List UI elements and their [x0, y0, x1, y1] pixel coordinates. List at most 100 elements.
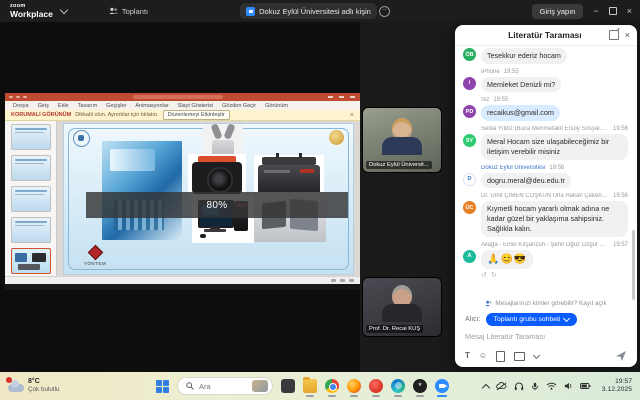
chat-title: Literatür Taraması	[481, 30, 609, 40]
message-bubble-emoji: 🙏😊😎	[481, 250, 533, 270]
message-action-icon[interactable]: ↺	[481, 272, 487, 279]
headset-icon[interactable]	[514, 382, 524, 391]
chat-message: Selda Yıldız (Buca Mehmetakif Ersoy Sosy…	[463, 126, 628, 159]
slide-method-logo: YÖNTEM	[80, 247, 110, 266]
close-button[interactable]: ×	[627, 7, 632, 16]
zoom-level-toast: 80%	[86, 192, 348, 218]
ppt-ribbon-tabs: Dosya Giriş Ekle Tasarım Geçişler Animas…	[5, 101, 360, 110]
message-time: 19:56	[613, 193, 628, 199]
tab-close-icon[interactable]: −	[379, 6, 390, 17]
message-bubble: Meral Hocam size ulaşabileceğimiz bir il…	[481, 134, 628, 159]
dark-app-icon[interactable]	[281, 379, 295, 393]
minimize-button[interactable]: −	[593, 7, 598, 16]
search-placeholder: Ara	[199, 382, 247, 391]
chat-close-icon[interactable]: ×	[625, 31, 630, 40]
chat-message: Özlem BALLI BALTACI Muğla Datça Şehit Er…	[463, 46, 628, 64]
avatar: ÜC	[463, 201, 476, 214]
message-bubble: recaikus@gmail.com	[481, 105, 560, 121]
send-icon[interactable]	[615, 350, 627, 362]
red-app-icon[interactable]	[369, 379, 383, 393]
firefox-icon[interactable]	[347, 379, 361, 393]
ppt-menu-item[interactable]: Giriş	[38, 103, 49, 109]
chat-message: Dr. Ümit ÇİMEN COŞKUN Urla Hakan Çeken A…	[463, 193, 628, 236]
people-icon	[109, 7, 118, 15]
popout-icon[interactable]	[609, 30, 619, 40]
speaker-icon[interactable]	[564, 382, 573, 390]
tray-chevron-up-icon[interactable]	[482, 383, 490, 391]
taskbar-clock[interactable]: 19:57 3.12.2025	[602, 378, 632, 394]
ppt-search-box	[133, 95, 223, 99]
ppt-menu-item[interactable]: Geçişler	[106, 103, 126, 109]
shared-screen-taskbar	[5, 284, 360, 290]
visibility-notice[interactable]: Mesajlarınızı kimler görebilir? Kayıt aç…	[465, 300, 627, 307]
microphone-icon[interactable]	[531, 382, 539, 391]
ppt-window-controls	[328, 96, 355, 98]
sender-name: Siz	[481, 97, 489, 103]
participant-name-label: Prof. Dr. Recai KUŞ	[366, 325, 423, 333]
chatgpt-icon[interactable]: *	[413, 379, 427, 393]
chat-message: Aliağa - Emel Kıtşanzuh - Şehit Oğuz Özg…	[463, 242, 628, 280]
start-button[interactable]	[156, 380, 169, 393]
ppt-menu-item[interactable]: Slayt Gösterisi	[178, 103, 213, 109]
weather-widget[interactable]: 8°C Çok bulutlu	[8, 378, 138, 393]
participant-video	[382, 285, 422, 322]
chat-message: Dokuz Eylül Üniversitesi19:56 D dogru.me…	[463, 165, 628, 189]
ppt-menu-item[interactable]: Görünüm	[265, 103, 288, 109]
video-tile-speaker[interactable]: Prof. Dr. Recai KUŞ	[363, 278, 441, 336]
meeting-tab-title: Dokuz Eylül Üniversitesi adlı kişin	[259, 7, 371, 16]
slide-thumbnail[interactable]	[11, 186, 51, 212]
slide-thumbnail[interactable]	[11, 217, 51, 243]
sender-name: Dokuz Eylül Üniversitesi	[481, 165, 545, 171]
emblem-right	[329, 130, 344, 145]
onedrive-paused-icon[interactable]	[496, 382, 507, 391]
chevron-down-icon[interactable]	[60, 6, 68, 14]
ppt-titlebar	[5, 93, 360, 101]
chat-message-list[interactable]: Hocamız liselerde mi görevli? Dr. Serap …	[463, 46, 628, 279]
edge-icon[interactable]	[391, 379, 405, 393]
video-tile-host[interactable]: Dokuz Eylül Üniversit...	[363, 108, 441, 172]
ppt-notice-close-icon[interactable]: ×	[350, 112, 354, 119]
ppt-menu-item[interactable]: Ekle	[58, 103, 69, 109]
more-options-icon[interactable]	[533, 351, 540, 358]
zoom-titlebar: zoom Workplace Toplantı Dokuz Eylül Üniv…	[0, 0, 640, 22]
emoji-icon[interactable]: ☺	[479, 352, 487, 360]
avatar: D	[463, 173, 476, 186]
chat-scrollbar[interactable]	[632, 230, 635, 300]
date: 3.12.2025	[602, 386, 632, 394]
zoom-app-icon[interactable]	[435, 379, 449, 393]
tab-meetings[interactable]: Toplantı	[109, 7, 148, 16]
avatar: PD	[463, 105, 476, 118]
ppt-enable-editing-button[interactable]: Düzenlemeyi Etkinleştir	[163, 110, 230, 120]
chat-header: Literatür Taraması ×	[455, 25, 637, 46]
message-bubble: dogru.meral@deu.edu.tr	[481, 173, 571, 189]
ppt-menu-item[interactable]: Dosya	[13, 103, 29, 109]
sign-in-button[interactable]: Giriş yapın	[532, 4, 584, 19]
slide-thumbnail[interactable]	[11, 124, 51, 150]
slide-thumbnail-selected[interactable]	[11, 248, 51, 274]
message-action-icon[interactable]: ↻	[491, 272, 497, 279]
file-explorer-icon[interactable]	[303, 379, 317, 393]
message-bubble: Memleket Denizli mi?	[481, 77, 561, 93]
participant-name-label: Dokuz Eylül Üniversit...	[366, 161, 432, 169]
battery-icon[interactable]	[580, 382, 591, 390]
search-input[interactable]: Ara	[177, 377, 273, 395]
message-time: 19:57	[613, 242, 628, 248]
ppt-menu-item[interactable]: Tasarım	[78, 103, 98, 109]
ppt-menu-item[interactable]: Gözden Geçir	[222, 103, 256, 109]
participant-video	[382, 118, 422, 155]
chat-toolbar: T ☺	[465, 350, 627, 362]
maximize-button[interactable]	[609, 7, 617, 15]
ppt-menu-item[interactable]: Animasyonlar	[135, 103, 168, 109]
search-highlight-image	[252, 380, 268, 392]
wifi-icon[interactable]	[546, 382, 557, 390]
format-text-icon[interactable]: T	[465, 352, 470, 360]
tab-active-meeting[interactable]: Dokuz Eylül Üniversitesi adlı kişin	[240, 3, 377, 19]
screenshot-icon[interactable]	[514, 352, 525, 361]
chrome-icon[interactable]	[325, 379, 339, 393]
attach-file-icon[interactable]	[496, 351, 505, 362]
slide-thumbnail[interactable]	[11, 155, 51, 181]
chat-footer: Mesajlarınızı kimler görebilir? Kayıt aç…	[465, 300, 627, 362]
chat-message-input[interactable]: Mesaj Literatür Taraması	[465, 332, 627, 341]
weather-temperature: 8°C	[28, 378, 60, 386]
recipient-selector[interactable]: Toplantı grubu sohbeti	[486, 313, 578, 326]
